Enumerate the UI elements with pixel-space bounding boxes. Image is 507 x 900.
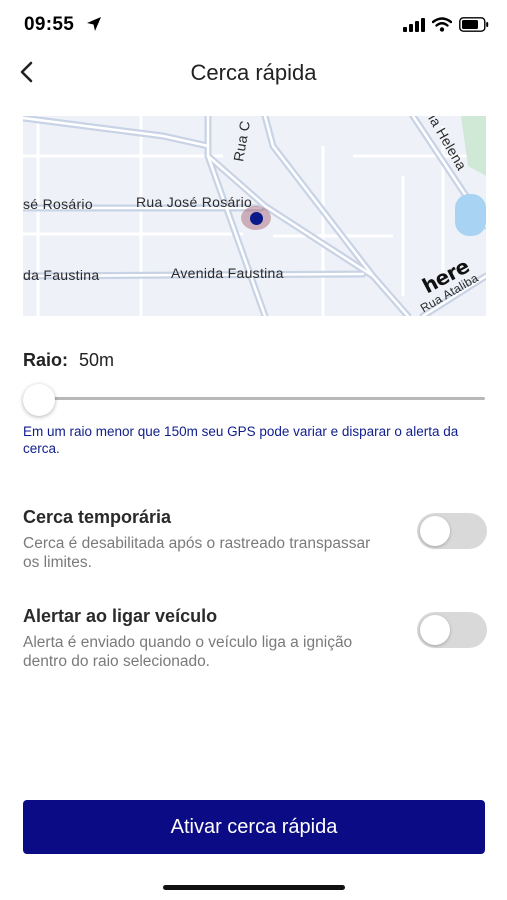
status-bar: 09:55 <box>0 0 507 52</box>
street-label: Avenida Faustina <box>171 265 284 281</box>
slider-track <box>23 397 485 400</box>
location-pin <box>241 206 271 230</box>
setting-title: Cerca temporária <box>23 507 172 527</box>
location-dot <box>249 211 263 225</box>
street-label: sé Rosário <box>23 196 93 212</box>
home-indicator <box>163 885 345 890</box>
ignition-alert-toggle[interactable] <box>417 612 487 648</box>
setting-description: Alerta é enviado quando o veículo liga a… <box>23 634 353 670</box>
radius-row: Raio: 50m <box>23 350 114 371</box>
radius-slider[interactable] <box>23 384 485 416</box>
status-icons <box>403 17 489 37</box>
setting-description: Cerca é desabilitada após o rastreado tr… <box>23 535 371 571</box>
toggle-knob <box>420 516 450 546</box>
page-title: Cerca rápida <box>190 60 317 85</box>
radius-hint: Em um raio menor que 150m seu GPS pode v… <box>23 424 459 456</box>
wifi-icon <box>431 17 453 37</box>
map[interactable]: sé Rosário Rua José Rosário da Faustina … <box>23 116 486 316</box>
status-time: 09:55 <box>24 14 75 35</box>
street-label: da Faustina <box>23 267 100 283</box>
location-arrow-icon <box>86 16 102 37</box>
setting-temporary-fence: Cerca temporária Cerca é desabilitada ap… <box>23 507 487 572</box>
battery-icon <box>459 17 489 37</box>
setting-title: Alertar ao ligar veículo <box>23 606 218 626</box>
slider-thumb[interactable] <box>23 384 55 416</box>
radius-value: 50m <box>79 350 115 370</box>
toggle-knob <box>420 615 450 645</box>
activate-fence-button[interactable]: Ativar cerca rápida <box>23 800 485 854</box>
setting-ignition-alert: Alertar ao ligar veículo Alerta é enviad… <box>23 606 487 671</box>
header: Cerca rápida <box>0 52 507 96</box>
temporary-fence-toggle[interactable] <box>417 513 487 549</box>
radius-label: Raio: <box>23 350 68 370</box>
street-label: Rua José Rosário <box>136 194 253 210</box>
cellular-signal-icon <box>403 17 425 37</box>
